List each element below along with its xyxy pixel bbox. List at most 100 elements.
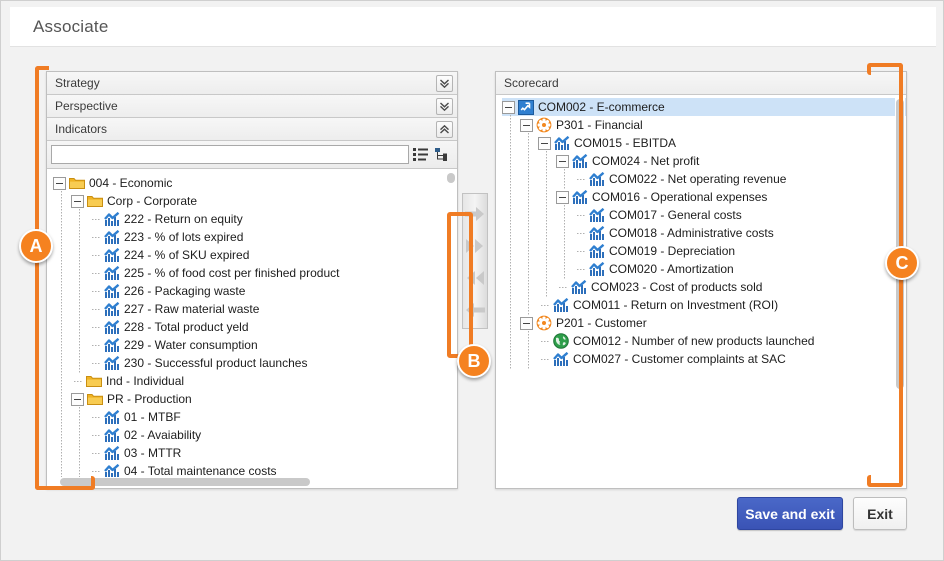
collapse-node-icon[interactable] [556, 154, 569, 168]
tree-node[interactable]: Corp - Corporate [53, 191, 457, 211]
tree-node-label: Corp - Corporate [107, 194, 198, 208]
tree-node[interactable]: 226 - Packaging waste [53, 281, 457, 301]
tree-elbow [574, 170, 588, 188]
tree-elbow [538, 350, 552, 368]
exit-button[interactable]: Exit [853, 497, 907, 530]
accordion-item-label: Strategy [55, 76, 100, 90]
save-and-exit-button[interactable]: Save and exit [737, 497, 843, 530]
search-input[interactable] [51, 145, 409, 164]
collapse-node-icon[interactable] [538, 136, 551, 150]
indicator-icon [588, 207, 605, 224]
indicator-icon [103, 445, 120, 462]
tree-node[interactable]: 230 - Successful product launches [53, 353, 457, 373]
chevron-double-down-icon[interactable] [436, 98, 453, 115]
arrow-double-right-icon [465, 238, 485, 259]
tree-node[interactable]: COM012 - Number of new products launched [502, 331, 906, 351]
tree-node[interactable]: 222 - Return on equity [53, 209, 457, 229]
collapse-node-icon[interactable] [71, 194, 84, 208]
tree-node[interactable]: 228 - Total product yeld [53, 317, 457, 337]
annotation-marker-c: C [885, 246, 919, 280]
move-all-right-button[interactable] [462, 232, 488, 264]
tree-elbow [574, 206, 588, 224]
tree-node[interactable]: COM022 - Net operating revenue [502, 169, 906, 189]
tree-node-label: COM017 - General costs [609, 208, 742, 222]
indicators-horizontal-scrollbar[interactable] [48, 477, 445, 487]
tree-node[interactable]: 229 - Water consumption [53, 335, 457, 355]
indicators-tree[interactable]: 004 - Economic Corp - Corporate 222 - Retu… [47, 170, 457, 488]
tree-elbow [574, 260, 588, 278]
scorecard-tree[interactable]: COM002 - E-commerce P301 - Financial COM01… [496, 96, 906, 488]
tree-node[interactable]: P201 - Customer [502, 313, 906, 333]
tree-node[interactable]: P301 - Financial [502, 115, 906, 135]
tree-guide [556, 259, 574, 279]
tree-guide [520, 205, 538, 225]
tree-guide [502, 205, 520, 225]
scroll-thumb[interactable] [896, 99, 904, 389]
tree-guide [538, 223, 556, 243]
tree-node-label: 04 - Total maintenance costs [124, 464, 277, 478]
tree-node[interactable]: COM018 - Administrative costs [502, 223, 906, 243]
indicators-vertical-scrollbar[interactable] [446, 171, 456, 487]
tree-elbow [538, 332, 552, 350]
tree-elbow [89, 408, 103, 426]
accordion-item-strategy[interactable]: Strategy [47, 72, 457, 95]
tree-node[interactable]: COM019 - Depreciation [502, 241, 906, 261]
tree-guide [53, 299, 71, 319]
scroll-thumb[interactable] [60, 478, 310, 486]
tree-node[interactable]: COM020 - Amortization [502, 259, 906, 279]
tree-node[interactable]: 224 - % of SKU expired [53, 245, 457, 265]
tree-node[interactable]: COM024 - Net profit [502, 151, 906, 171]
tree-node-label: 225 - % of food cost per finished produc… [124, 266, 340, 280]
tree-node[interactable]: Ind - Individual [53, 371, 457, 391]
scroll-thumb[interactable] [447, 173, 455, 183]
tree-node[interactable]: 227 - Raw material waste [53, 299, 457, 319]
move-left-button[interactable] [462, 296, 488, 328]
chevron-double-up-icon[interactable] [436, 121, 453, 138]
tree-elbow [574, 224, 588, 242]
accordion-item-perspective[interactable]: Perspective [47, 95, 457, 118]
list-view-icon[interactable] [409, 144, 431, 166]
exit-label: Exit [867, 505, 893, 522]
tree-guide [71, 425, 89, 445]
tree-guide [502, 295, 520, 315]
tree-node[interactable]: 03 - MTTR [53, 443, 457, 463]
tree-node-label: COM023 - Cost of products sold [591, 280, 763, 294]
tree-node[interactable]: PR - Production [53, 389, 457, 409]
tree-node[interactable]: COM015 - EBITDA [502, 133, 906, 153]
collapse-node-icon[interactable] [53, 176, 66, 190]
tree-node[interactable]: 01 - MTBF [53, 407, 457, 427]
collapse-node-icon[interactable] [71, 392, 84, 406]
move-right-button[interactable] [462, 200, 488, 232]
tree-guide [71, 407, 89, 427]
tree-node[interactable]: 223 - % of lots expired [53, 227, 457, 247]
move-all-left-button[interactable] [462, 264, 488, 296]
tree-node[interactable]: 02 - Avaiability [53, 425, 457, 445]
tree-elbow [89, 300, 103, 318]
tree-node[interactable]: COM027 - Customer complaints at SAC [502, 349, 906, 369]
tree-elbow [89, 246, 103, 264]
tree-node-label: 226 - Packaging waste [124, 284, 246, 298]
collapse-node-icon[interactable] [502, 100, 515, 114]
indicator-icon [103, 265, 120, 282]
accordion-item-indicators[interactable]: Indicators [47, 118, 457, 141]
tree-node[interactable]: COM002 - E-commerce [502, 98, 906, 116]
tree-guide [502, 259, 520, 279]
tree-guide [71, 443, 89, 463]
tree-node-label: COM024 - Net profit [592, 154, 700, 168]
tree-guide [502, 277, 520, 297]
tree-node[interactable]: 004 - Economic [53, 174, 457, 192]
tree-node[interactable]: COM016 - Operational expenses [502, 187, 906, 207]
collapse-node-icon[interactable] [520, 316, 533, 330]
collapse-node-icon[interactable] [556, 190, 569, 204]
tree-node[interactable]: COM017 - General costs [502, 205, 906, 225]
chevron-double-down-icon[interactable] [436, 75, 453, 92]
accordion-item-label: Perspective [55, 99, 118, 113]
scorecard-vertical-scrollbar[interactable] [895, 97, 905, 487]
tree-node[interactable]: COM011 - Return on Investment (ROI) [502, 295, 906, 315]
tree-node[interactable]: 225 - % of food cost per finished produc… [53, 263, 457, 283]
tree-guide [520, 169, 538, 189]
transfer-button-strip [462, 193, 488, 329]
tree-node[interactable]: COM023 - Cost of products sold [502, 277, 906, 297]
tree-view-icon[interactable] [431, 144, 453, 166]
collapse-node-icon[interactable] [520, 118, 533, 132]
